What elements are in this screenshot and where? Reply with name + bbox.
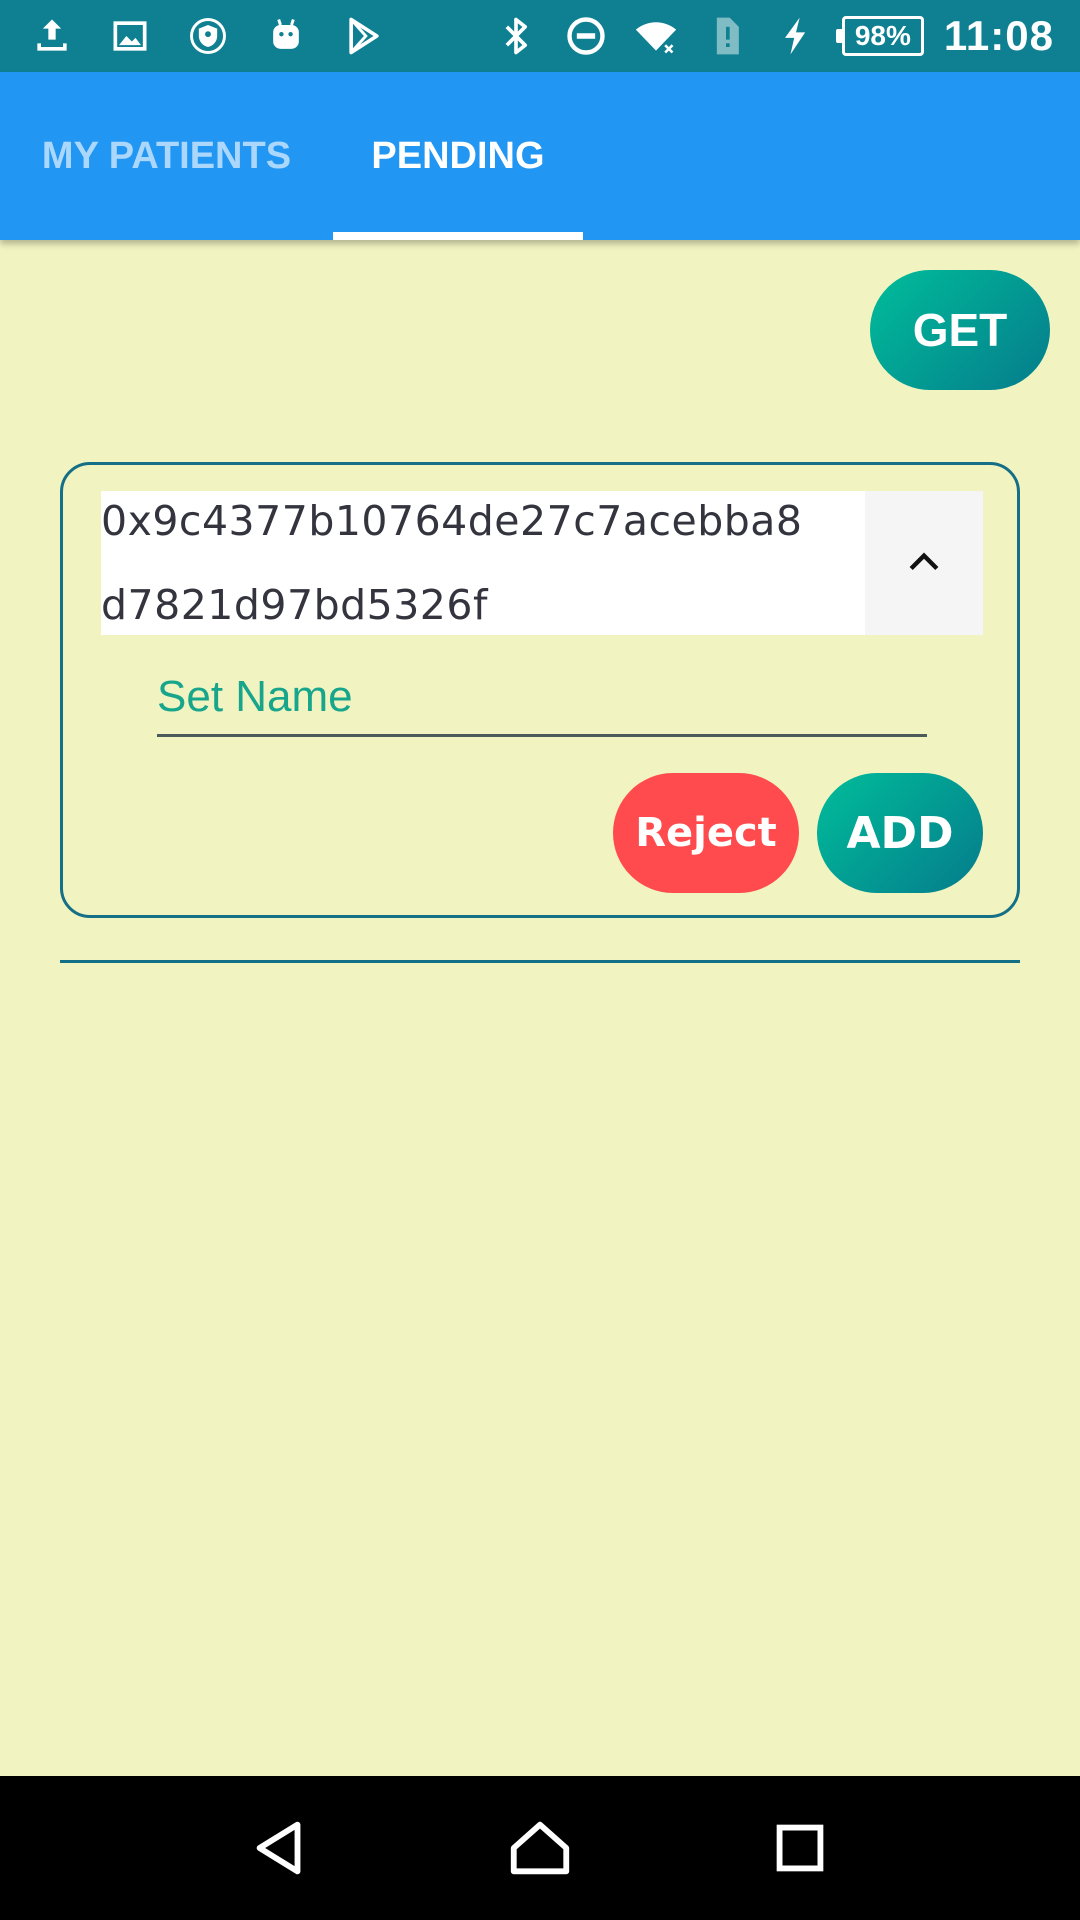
do-not-disturb-icon [564, 14, 608, 58]
pending-request-card: 0x9c4377b10764de27c7acebba8 d7821d97bd53… [60, 462, 1020, 918]
reject-button[interactable]: Reject [613, 773, 799, 893]
status-clock: 11:08 [943, 12, 1054, 59]
selected-tab-indicator [333, 232, 583, 240]
back-icon [256, 1821, 301, 1875]
battery-indicator: 98% [835, 16, 924, 56]
bluetooth-icon [494, 14, 538, 58]
tab-bar: MY PATIENTS PENDING [0, 72, 1080, 240]
home-icon [510, 1821, 570, 1875]
play-store-icon [342, 14, 386, 58]
tab-pending[interactable]: PENDING [333, 72, 583, 240]
recents-button[interactable] [760, 1808, 840, 1888]
tab-my-patients[interactable]: MY PATIENTS [0, 72, 333, 240]
status-bar: 98% 11:08 [0, 0, 1080, 72]
recents-icon [776, 1824, 824, 1872]
address-line-1: 0x9c4377b10764de27c7acebba8 [101, 497, 803, 545]
get-button[interactable]: GET [870, 270, 1050, 390]
upload-icon [30, 14, 74, 58]
chevron-up-icon [909, 552, 939, 571]
add-button[interactable]: ADD [817, 773, 983, 893]
address-line-2: d7821d97bd5326f [101, 581, 488, 629]
wifi-icon [634, 14, 678, 58]
home-button[interactable] [500, 1808, 580, 1888]
list-divider [60, 960, 1020, 963]
navigation-bar [0, 1776, 1080, 1920]
patient-address: 0x9c4377b10764de27c7acebba8 d7821d97bd53… [101, 491, 865, 635]
image-icon [108, 14, 152, 58]
sim-alert-icon [704, 14, 748, 58]
set-name-input[interactable] [157, 655, 927, 737]
collapse-toggle-button[interactable] [865, 491, 983, 635]
android-icon [264, 14, 308, 58]
vpn-shield-icon [186, 14, 230, 58]
status-right-icons: 98% 11:08 [468, 12, 1054, 60]
status-left-icons [30, 14, 420, 58]
address-box: 0x9c4377b10764de27c7acebba8 d7821d97bd53… [101, 491, 983, 635]
back-button[interactable] [240, 1808, 320, 1888]
battery-level: 98% [835, 16, 924, 56]
charging-icon [774, 14, 818, 58]
